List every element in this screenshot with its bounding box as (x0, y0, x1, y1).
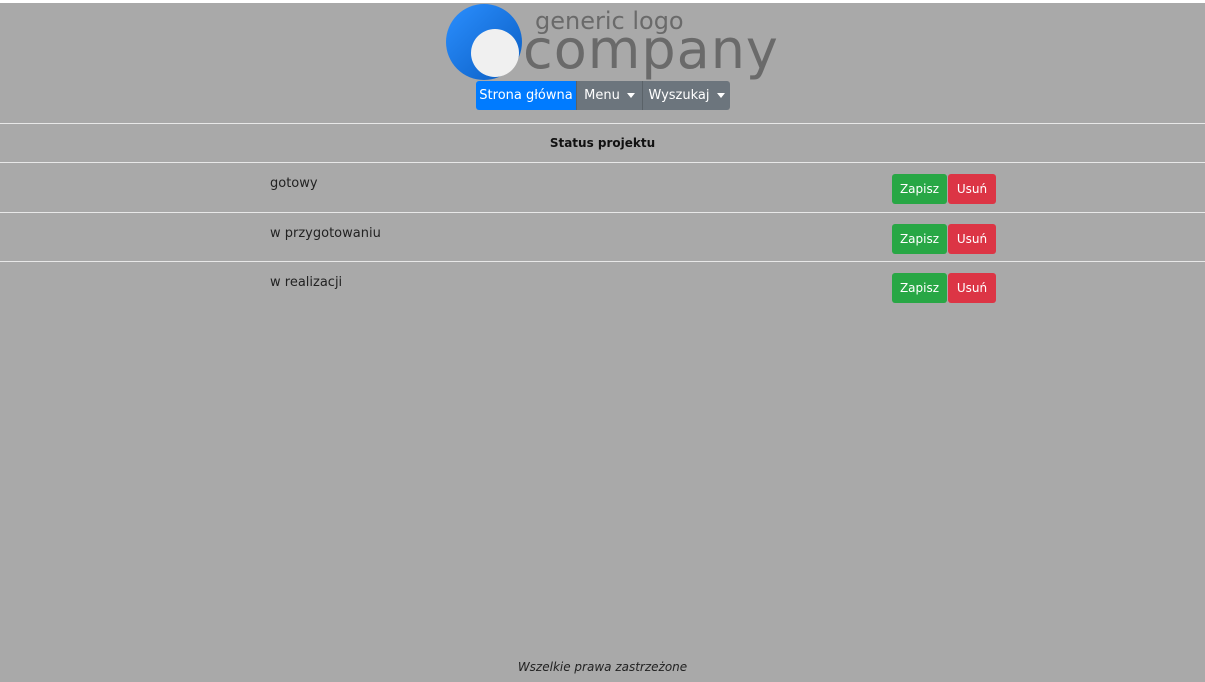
status-label: gotowy (270, 176, 318, 191)
row-actions: Zapisz Usuń (892, 273, 996, 303)
home-button[interactable]: Strona główna (476, 81, 576, 110)
table-row: w realizacji Zapisz Usuń (0, 262, 1205, 311)
row-actions: Zapisz Usuń (892, 174, 996, 204)
logo-circle-icon (446, 4, 522, 80)
row-actions: Zapisz Usuń (892, 224, 996, 254)
logo-big-text: company (523, 18, 779, 81)
header: generic logo company Strona główna Menu … (0, 3, 1205, 123)
search-button-label: Wyszukaj (648, 88, 710, 103)
status-label: w realizacji (270, 275, 343, 290)
caret-down-icon (716, 93, 725, 98)
table-row: w przygotowaniu Zapisz Usuń (0, 213, 1205, 262)
search-dropdown-button[interactable]: Wyszukaj (642, 81, 730, 110)
menu-button-label: Menu (584, 88, 620, 103)
table-title: Status projektu (549, 136, 656, 150)
delete-button[interactable]: Usuń (948, 273, 996, 303)
table-row: gotowy Zapisz Usuń (0, 163, 1205, 212)
home-button-label: Strona główna (479, 88, 573, 103)
save-button[interactable]: Zapisz (892, 224, 947, 254)
menu-dropdown-button[interactable]: Menu (576, 81, 642, 110)
save-button[interactable]: Zapisz (892, 273, 947, 303)
caret-down-icon (626, 93, 635, 98)
save-button[interactable]: Zapisz (892, 174, 947, 204)
company-logo[interactable]: generic logo company (445, 3, 778, 81)
delete-button[interactable]: Usuń (948, 224, 996, 254)
footer-copyright: Wszelkie prawa zastrzeżone (517, 660, 688, 674)
delete-button[interactable]: Usuń (948, 174, 996, 204)
status-label: w przygotowaniu (270, 226, 381, 241)
main-nav: Strona główna Menu Wyszukaj (476, 81, 730, 110)
